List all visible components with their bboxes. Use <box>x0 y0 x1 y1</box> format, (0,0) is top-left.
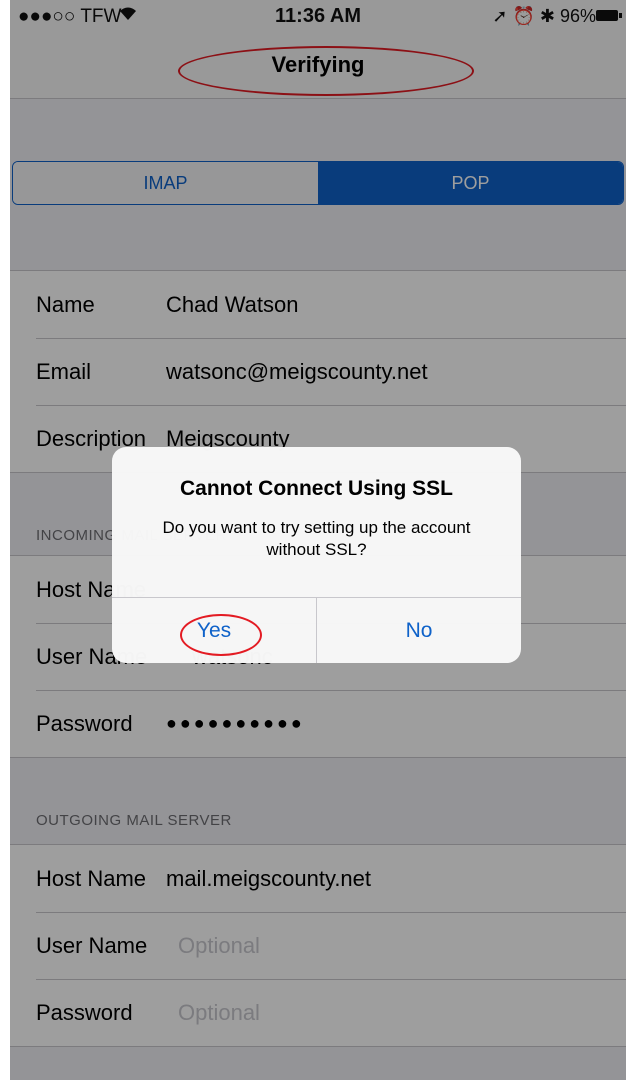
iphone-screen: ●●●○○ TFW 11:36 AM ➚ ⏰ ✱ 96% Verifying I… <box>10 0 626 1080</box>
alert-title: Cannot Connect Using SSL <box>180 477 453 500</box>
no-button[interactable]: No <box>317 598 521 663</box>
ssl-alert-dialog: Cannot Connect Using SSL Do you want to … <box>112 447 521 663</box>
left-margin <box>0 0 10 1080</box>
alert-message: Do you want to try setting up the accoun… <box>162 518 471 559</box>
annotation-circle-yes <box>180 614 262 656</box>
